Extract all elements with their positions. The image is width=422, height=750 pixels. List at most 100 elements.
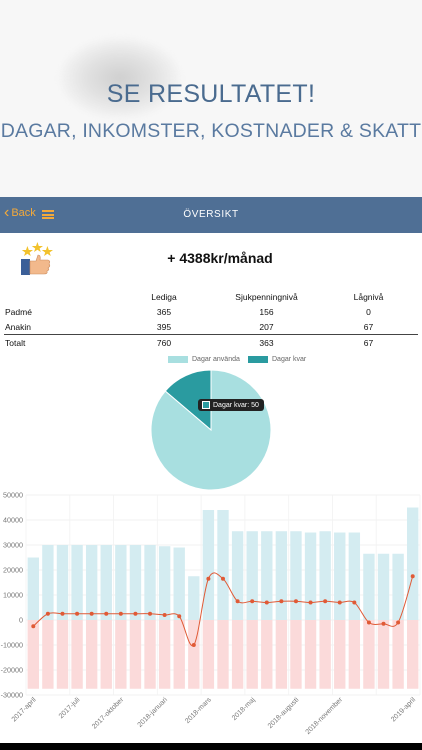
y-tick-label: 50000 (3, 491, 23, 500)
column-header: Lågnivå (353, 291, 384, 302)
bar-negative[interactable] (348, 620, 361, 689)
column-header (4, 289, 114, 304)
bar-positive[interactable] (304, 532, 317, 621)
bar-negative[interactable] (261, 620, 273, 689)
bar-negative[interactable] (246, 620, 258, 689)
promo-subtitle: DAGAR, INKOMSTER, KOSTNADER & SKATT (0, 120, 422, 142)
net-point[interactable] (250, 599, 255, 604)
bar-positive[interactable] (217, 510, 229, 620)
bar-negative[interactable] (290, 620, 302, 689)
bar-negative[interactable] (115, 620, 127, 689)
bar-positive[interactable] (407, 507, 419, 621)
bar-negative[interactable] (334, 620, 346, 689)
bar-positive[interactable] (363, 553, 375, 620)
net-point[interactable] (89, 611, 94, 616)
bar-positive[interactable] (275, 531, 288, 620)
bar-positive[interactable] (392, 553, 404, 620)
net-point[interactable] (118, 611, 123, 616)
y-tick-label: 40000 (3, 516, 23, 525)
bar-negative[interactable] (56, 620, 69, 689)
net-point[interactable] (323, 599, 328, 604)
days-pie-chart[interactable] (150, 369, 272, 491)
bar-positive[interactable] (85, 545, 98, 620)
bar-positive[interactable] (334, 532, 346, 621)
bar-negative[interactable] (202, 620, 215, 689)
bar-positive[interactable] (377, 553, 390, 620)
net-point[interactable] (221, 576, 225, 581)
nav-bar: ‹ Back ÖVERSIKT (0, 197, 422, 233)
tooltip-swatch (202, 401, 210, 409)
bar-positive[interactable] (188, 576, 200, 620)
net-point[interactable] (366, 620, 371, 625)
monthly-bar-chart[interactable]: 50000 40000 30000 20000 10000 0 -10000 -20000 -3… (0, 488, 422, 743)
bar-negative[interactable] (392, 620, 404, 689)
net-point[interactable] (308, 600, 313, 605)
bar-positive[interactable] (129, 545, 142, 620)
net-point[interactable] (177, 614, 182, 619)
net-point[interactable] (337, 600, 342, 605)
bar-negative[interactable] (42, 620, 54, 689)
bar-positive[interactable] (173, 547, 185, 621)
x-tick-label: 2019-april (390, 696, 417, 723)
bar-negative[interactable] (71, 620, 83, 689)
legend-item-used[interactable]: Dagar använda (168, 356, 240, 363)
bar-negative[interactable] (231, 620, 244, 689)
net-point[interactable] (31, 624, 36, 629)
bar-positive[interactable] (231, 531, 244, 620)
bar-positive[interactable] (202, 510, 215, 620)
bar-negative[interactable] (363, 620, 375, 689)
net-point[interactable] (264, 600, 269, 605)
bar-positive[interactable] (115, 545, 127, 620)
bar-positive[interactable] (71, 545, 83, 620)
bar-positive[interactable] (158, 546, 171, 620)
net-point[interactable] (104, 611, 109, 616)
net-point[interactable] (279, 599, 284, 604)
bar-negative[interactable] (377, 620, 390, 689)
net-point[interactable] (206, 576, 211, 581)
bar-negative[interactable] (217, 620, 229, 689)
bar-positive[interactable] (319, 531, 331, 620)
net-point[interactable] (45, 611, 50, 616)
net-point[interactable] (235, 599, 240, 604)
bar-negative[interactable] (144, 620, 156, 689)
bar-positive[interactable] (42, 545, 54, 620)
net-point[interactable] (410, 574, 415, 579)
net-point[interactable] (381, 621, 386, 626)
net-point[interactable] (396, 620, 401, 625)
tooltip-text: Dagar kvar: 50 (213, 401, 259, 409)
legend-swatch (168, 356, 188, 363)
net-point[interactable] (352, 600, 357, 605)
net-point[interactable] (75, 611, 80, 616)
bar-negative[interactable] (27, 620, 39, 689)
bottom-edge (0, 743, 422, 750)
bar-negative[interactable] (85, 620, 98, 689)
table-header-row: Lediga Sjukpenningnivå Lågnivå (4, 289, 418, 304)
bar-positive[interactable] (56, 545, 69, 620)
net-point[interactable] (191, 643, 196, 647)
promo-banner: SE RESULTATET! DAGAR, INKOMSTER, KOSTNAD… (0, 0, 422, 197)
bar-negative[interactable] (100, 620, 112, 689)
net-point[interactable] (293, 599, 298, 604)
bar-positive[interactable] (246, 531, 258, 620)
net-point[interactable] (148, 611, 153, 616)
table-total-row: Totalt 760 363 67 (4, 334, 418, 350)
bar-positive[interactable] (261, 531, 273, 620)
bar-negative[interactable] (129, 620, 142, 689)
bar-negative[interactable] (275, 620, 288, 689)
row-name: Totalt (4, 334, 114, 350)
bar-negative[interactable] (319, 620, 331, 689)
bar-negative[interactable] (407, 620, 419, 689)
x-tick-label: 2017-juli (58, 696, 82, 720)
legend-label: Dagar använda (192, 356, 240, 363)
bar-positive[interactable] (100, 545, 112, 620)
bar-negative[interactable] (173, 620, 185, 689)
bar-positive[interactable] (290, 531, 302, 620)
net-point[interactable] (133, 611, 138, 616)
bar-positive[interactable] (27, 557, 39, 621)
bar-positive[interactable] (144, 545, 156, 620)
net-point[interactable] (60, 611, 65, 616)
net-point[interactable] (162, 613, 167, 617)
bar-negative[interactable] (304, 620, 317, 689)
legend-item-remaining[interactable]: Dagar kvar (248, 356, 306, 363)
bar-negative[interactable] (158, 620, 171, 689)
